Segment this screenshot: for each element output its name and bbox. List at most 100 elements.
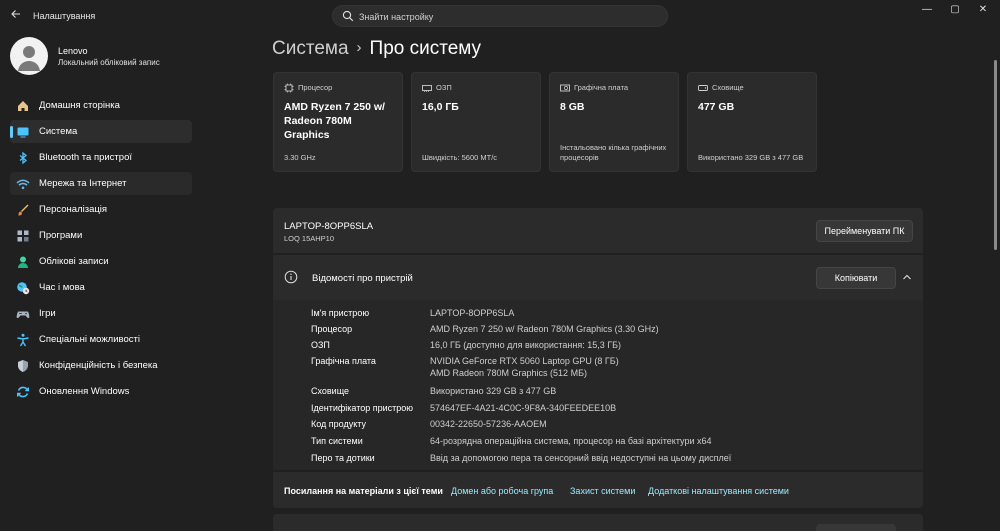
spec-key: Перо та дотики xyxy=(311,453,375,463)
sidebar-item-windows-update[interactable]: Оновлення Windows xyxy=(10,380,192,403)
spec-value: NVIDIA GeForce RTX 5060 Laptop GPU (8 ГБ… xyxy=(430,356,619,366)
spec-key: Ім'я пристрою xyxy=(311,308,370,318)
spec-key: Сховище xyxy=(311,386,350,396)
search-input[interactable] xyxy=(359,9,649,24)
card-value: 8 GB xyxy=(560,101,585,113)
close-button[interactable]: ✕ xyxy=(972,3,994,17)
spec-value: 574647EF-4A21-4C0C-9F8A-340FEEDEE10B xyxy=(430,403,617,413)
spec-value: LAPTOP-8OPP6SLA xyxy=(430,308,515,318)
app-title: Налаштування xyxy=(33,11,96,21)
card-subtext: Інстальовано кілька графічних процесорів xyxy=(560,143,667,162)
spec-value: Ввід за допомогою пера та сенсорний ввід… xyxy=(430,453,732,463)
back-arrow-icon[interactable] xyxy=(8,8,24,24)
storage-card: Сховище 477 GB Використано 329 GB з 477 … xyxy=(687,72,817,172)
gpu-icon xyxy=(560,84,570,92)
user-account-type: Локальний обліковий запис xyxy=(58,58,160,67)
sidebar-item-label: Домашня сторінка xyxy=(39,100,120,111)
next-section-button[interactable] xyxy=(816,524,896,531)
sidebar-item-label: Час і мова xyxy=(39,282,85,293)
search-box[interactable] xyxy=(332,5,668,27)
avatar[interactable] xyxy=(10,37,48,75)
sidebar-item-home[interactable]: Домашня сторінка xyxy=(10,94,192,117)
info-icon xyxy=(284,270,298,284)
device-specs-title: Відомості про пристрій xyxy=(312,273,413,284)
sidebar-item-label: Оновлення Windows xyxy=(39,386,130,397)
sidebar-item-label: Програми xyxy=(39,230,83,241)
rename-pc-button[interactable]: Перейменувати ПК xyxy=(816,220,913,242)
pc-model: LOQ 15AHP10 xyxy=(284,234,335,243)
spec-value-secondary: AMD Radeon 780M Graphics (512 МБ) xyxy=(430,368,587,378)
page-title: Про систему xyxy=(369,38,482,59)
user-avatar-icon xyxy=(18,46,40,71)
accounts-icon xyxy=(18,256,28,268)
breadcrumb: Система › Про систему xyxy=(272,38,481,60)
sidebar-item-personalization[interactable]: Персоналізація xyxy=(10,198,192,221)
storage-icon xyxy=(698,85,708,91)
home-icon xyxy=(18,101,28,111)
spec-value: 64-розрядна операційна система, процесор… xyxy=(430,436,712,446)
spec-key: ОЗП xyxy=(311,340,330,350)
spec-value: 00342-22650-57236-AAOEM xyxy=(430,419,547,429)
accessibility-icon xyxy=(17,333,29,347)
user-name: Lenovo xyxy=(58,46,88,56)
sidebar-item-label: Мережа та Інтернет xyxy=(39,178,127,189)
privacy-shield-icon xyxy=(18,360,28,372)
sidebar-item-gaming[interactable]: Ігри xyxy=(10,302,192,325)
sidebar-item-label: Bluetooth та пристрої xyxy=(39,152,132,163)
next-section-panel xyxy=(273,514,923,531)
pc-name-panel: LAPTOP-8OPP6SLA LOQ 15AHP10 Перейменуват… xyxy=(273,208,923,253)
scrollbar[interactable] xyxy=(994,60,997,250)
system-protection-link[interactable]: Захист системи xyxy=(570,486,635,496)
ram-card: ОЗП 16,0 ГБ Швидкість: 5600 MT/с xyxy=(411,72,541,172)
spec-key: Графічна плата xyxy=(311,356,376,366)
cpu-icon xyxy=(284,83,294,93)
sidebar-item-label: Спеціальні можливості xyxy=(39,334,140,345)
sidebar-item-apps[interactable]: Програми xyxy=(10,224,192,247)
domain-workgroup-link[interactable]: Домен або робоча група xyxy=(451,486,553,496)
sidebar-item-label: Ігри xyxy=(39,308,56,319)
active-indicator xyxy=(10,126,13,138)
spec-key: Тип системи xyxy=(311,436,363,446)
breadcrumb-separator: › xyxy=(356,39,362,56)
sidebar-item-network[interactable]: Мережа та Інтернет xyxy=(10,172,192,195)
gpu-card: Графічна плата 8 GB Інстальовано кілька … xyxy=(549,72,679,172)
maximize-button[interactable]: ▢ xyxy=(944,3,966,17)
sidebar-item-accounts[interactable]: Облікові записи xyxy=(10,250,192,273)
related-links-label: Посилання на матеріали з цієї теми xyxy=(284,486,443,496)
sidebar-item-time-language[interactable]: Час і мова xyxy=(10,276,192,299)
card-value: 477 GB xyxy=(698,101,735,113)
sidebar-item-accessibility[interactable]: Спеціальні можливості xyxy=(10,328,192,351)
sidebar-item-privacy[interactable]: Конфіденційність і безпека xyxy=(10,354,192,377)
sidebar-item-system[interactable]: Система xyxy=(10,120,192,143)
device-specs-panel: Відомості про пристрій Копіювати Ім'я пр… xyxy=(273,255,923,470)
windows-update-icon xyxy=(17,386,29,398)
device-specs-header[interactable]: Відомості про пристрій Копіювати xyxy=(273,255,923,300)
related-links-panel: Посилання на матеріали з цієї теми Домен… xyxy=(273,472,923,508)
sidebar-item-label: Конфіденційність і безпека xyxy=(39,360,158,371)
sidebar-item-label: Система xyxy=(39,126,78,137)
breadcrumb-parent[interactable]: Система xyxy=(272,38,349,59)
card-label: Сховище xyxy=(712,83,744,92)
copy-button[interactable]: Копіювати xyxy=(816,267,896,289)
advanced-system-settings-link[interactable]: Додаткові налаштування системи xyxy=(648,486,789,496)
card-subtext: 3.30 GHz xyxy=(284,153,316,162)
bluetooth-icon xyxy=(19,151,28,165)
search-icon xyxy=(342,10,354,22)
chevron-up-icon[interactable] xyxy=(901,271,913,283)
gaming-icon xyxy=(16,311,30,319)
pc-name: LAPTOP-8OPP6SLA xyxy=(284,221,374,232)
spec-key: Код продукту xyxy=(311,419,367,429)
minimize-button[interactable]: — xyxy=(916,3,938,17)
cpu-card: Процесор AMD Ryzen 7 250 w/ Radeon 780M … xyxy=(273,72,403,172)
ram-icon xyxy=(422,85,432,92)
spec-key: Ідентифікатор пристрою xyxy=(311,403,414,413)
card-label: Графічна плата xyxy=(574,83,629,92)
sidebar-item-bluetooth[interactable]: Bluetooth та пристрої xyxy=(10,146,192,169)
spec-key: Процесор xyxy=(311,324,353,334)
spec-value: Використано 329 GB з 477 GB xyxy=(430,386,557,396)
title-bar: Налаштування — ▢ ✕ xyxy=(0,0,1000,32)
card-subtext: Швидкість: 5600 MT/с xyxy=(422,153,498,162)
time-language-icon xyxy=(17,282,30,295)
card-value: AMD Ryzen 7 250 w/ Radeon 780M Graphics xyxy=(284,101,385,141)
sidebar-item-label: Персоналізація xyxy=(39,204,108,215)
